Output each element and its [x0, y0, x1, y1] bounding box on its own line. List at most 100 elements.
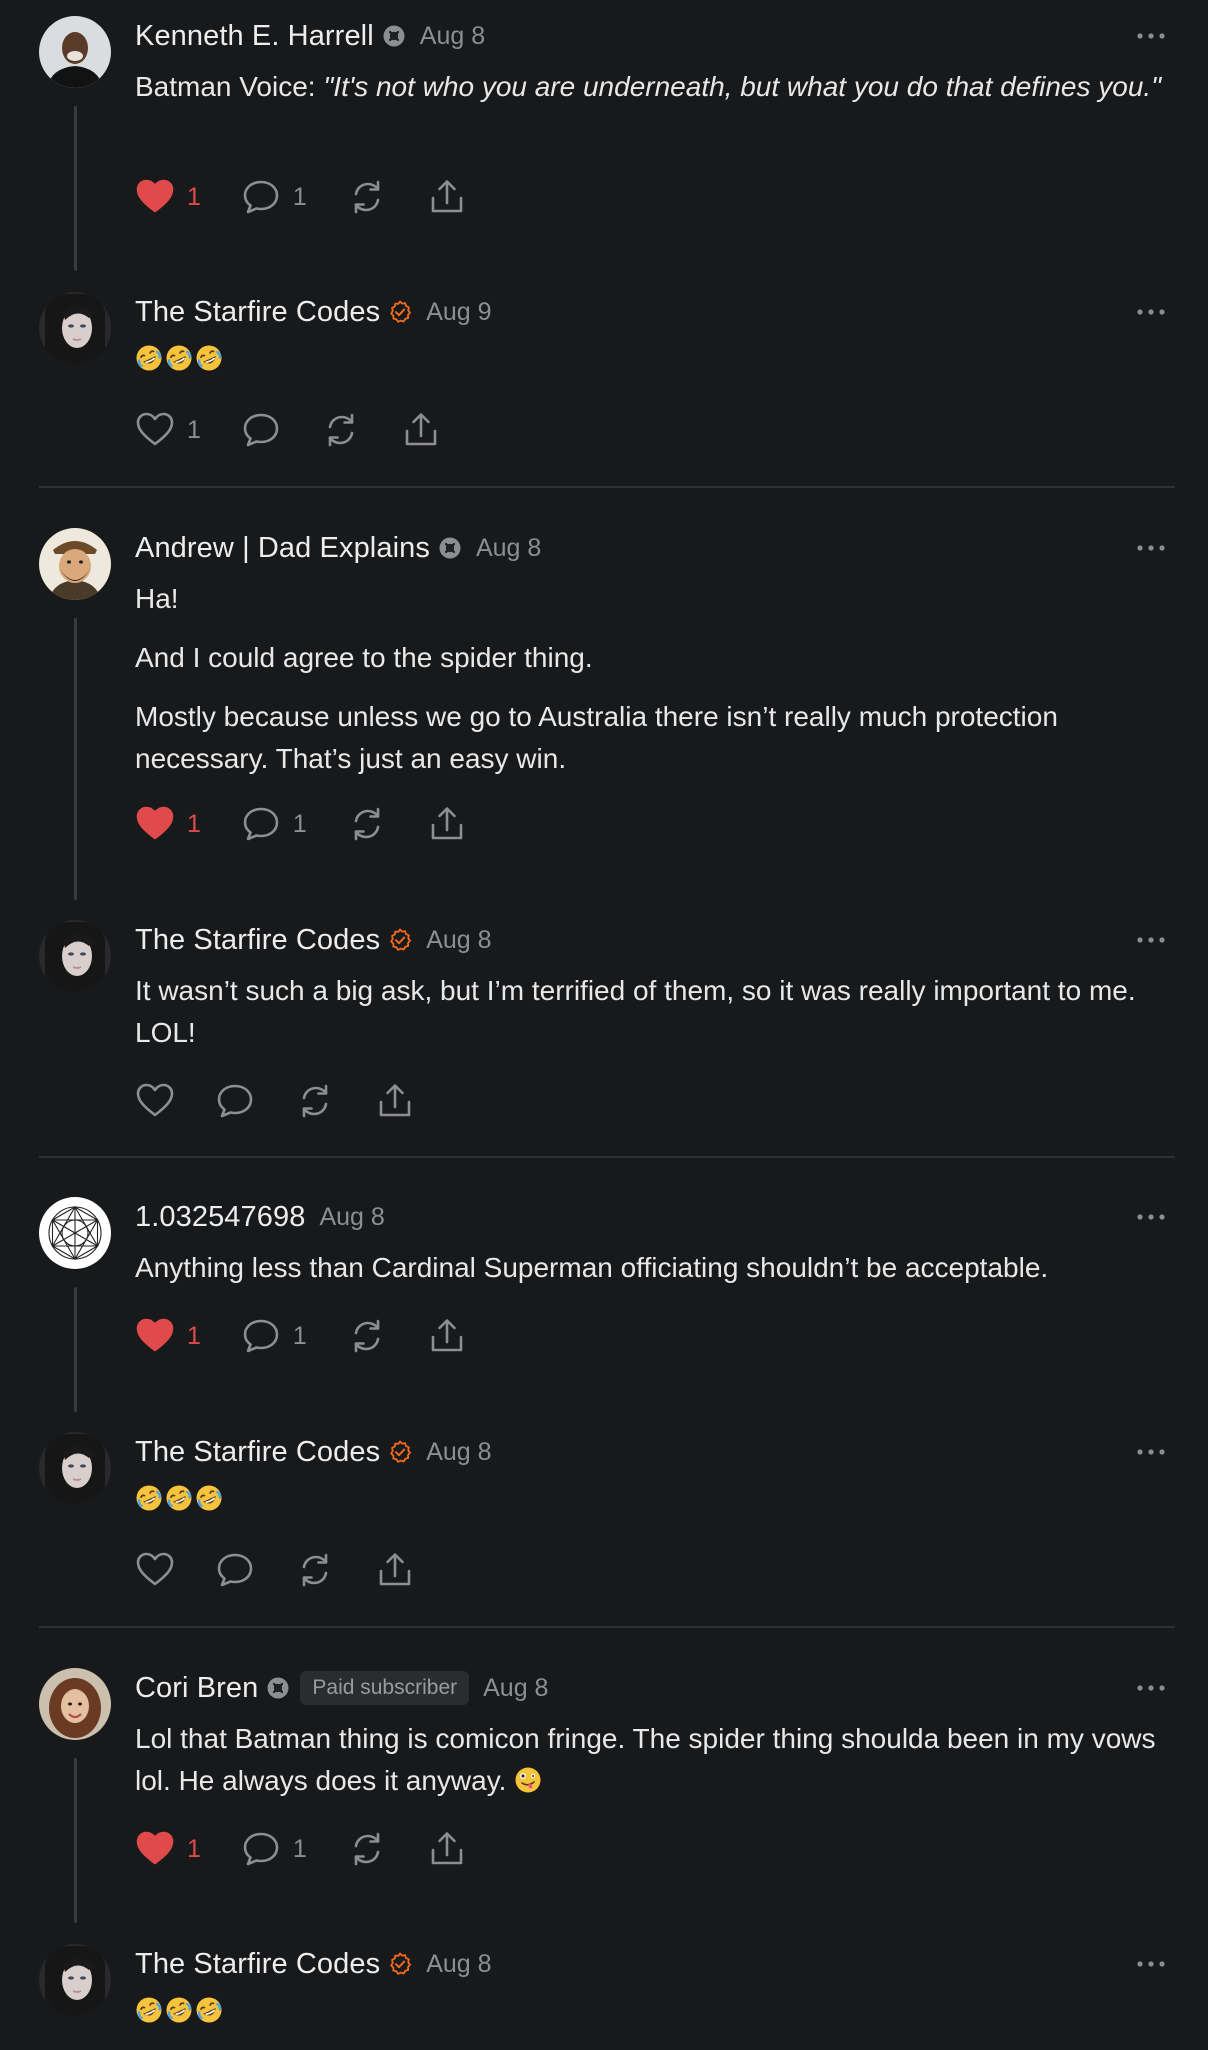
avatar[interactable]: [39, 16, 111, 88]
like-button[interactable]: 1: [135, 804, 201, 844]
more-options-icon[interactable]: [1134, 536, 1168, 560]
more-options-icon[interactable]: [1134, 1440, 1168, 1464]
comment-header: 1.032547698 Aug 8: [135, 1197, 385, 1237]
verified-icon: [388, 928, 412, 952]
comment-paragraph: Ha!: [135, 583, 179, 614]
like-button[interactable]: 1: [135, 1829, 201, 1869]
more-options-icon[interactable]: [1134, 1952, 1168, 1976]
reply-button[interactable]: 1: [241, 804, 307, 844]
comment-icon: [241, 1829, 281, 1869]
comment-header: The Starfire Codes Aug 8: [135, 1944, 492, 1984]
share-button[interactable]: [427, 1829, 467, 1869]
rofl-emoji-icon: [135, 1996, 163, 2024]
comment-paragraph: Mostly because unless we go to Australia…: [135, 701, 1058, 774]
avatar[interactable]: [39, 292, 111, 364]
comment-icon: [215, 1081, 255, 1121]
reply-button[interactable]: 1: [241, 1829, 307, 1869]
comment-paragraph: And I could agree to the spider thing.: [135, 642, 593, 673]
restack-button[interactable]: [347, 1829, 387, 1869]
more-options-icon[interactable]: [1134, 24, 1168, 48]
comment-date[interactable]: Aug 8: [420, 22, 485, 51]
share-button[interactable]: [427, 804, 467, 844]
restack-button[interactable]: [347, 1316, 387, 1356]
author-name[interactable]: The Starfire Codes: [135, 296, 380, 329]
rofl-emoji-icon: [195, 1996, 223, 2024]
heart-filled-icon: [135, 177, 175, 217]
comment-paragraph: Lol that Batman thing is comicon fringe.…: [135, 1723, 1156, 1796]
comment-icon: [241, 177, 281, 217]
comment-date[interactable]: Aug 8: [319, 1203, 384, 1232]
comment-date[interactable]: Aug 8: [426, 926, 491, 955]
restack-button[interactable]: [347, 804, 387, 844]
restack-button[interactable]: [295, 1081, 335, 1121]
comment-actions: 1 1: [135, 177, 507, 217]
heart-filled-icon: [135, 1829, 175, 1869]
comment-actions: 1 1: [135, 804, 507, 844]
avatar[interactable]: [39, 1944, 111, 2016]
author-name[interactable]: 1.032547698: [135, 1201, 305, 1234]
reply-button[interactable]: [215, 1550, 255, 1590]
author-name[interactable]: Kenneth E. Harrell: [135, 20, 374, 53]
share-button[interactable]: [375, 1081, 415, 1121]
comment-body: Anything less than Cardinal Superman off…: [135, 1247, 1175, 1289]
reply-button[interactable]: 1: [241, 177, 307, 217]
comment-date[interactable]: Aug 8: [426, 1438, 491, 1467]
more-options-icon[interactable]: [1134, 1205, 1168, 1229]
comment-actions: [135, 1550, 455, 1590]
comment-actions: [135, 1081, 455, 1121]
author-name[interactable]: The Starfire Codes: [135, 924, 380, 957]
avatar[interactable]: [39, 1197, 111, 1269]
avatar[interactable]: [39, 1668, 111, 1740]
restack-icon: [347, 1316, 387, 1356]
restack-button[interactable]: [347, 177, 387, 217]
like-button[interactable]: 1: [135, 1316, 201, 1356]
rofl-emoji-icon: [195, 344, 223, 372]
comment-body: Lol that Batman thing is comicon fringe.…: [135, 1718, 1175, 1802]
verified-icon: [388, 1952, 412, 1976]
author-name[interactable]: The Starfire Codes: [135, 1436, 380, 1469]
reply-button[interactable]: [241, 410, 281, 450]
comment-body: It wasn’t such a big ask, but I’m terrif…: [135, 970, 1175, 1054]
comment-date[interactable]: Aug 8: [483, 1674, 548, 1703]
author-name[interactable]: Cori Bren: [135, 1672, 258, 1705]
zany-face-emoji-icon: [514, 1766, 542, 1794]
author-name[interactable]: Andrew | Dad Explains: [135, 532, 430, 565]
like-count: 1: [187, 1834, 201, 1863]
restack-button[interactable]: [321, 410, 361, 450]
comment-header: Kenneth E. Harrell Aug 8: [135, 16, 485, 56]
like-button[interactable]: 1: [135, 410, 201, 450]
author-name[interactable]: The Starfire Codes: [135, 1948, 380, 1981]
more-options-icon[interactable]: [1134, 300, 1168, 324]
restack-icon: [295, 1081, 335, 1121]
share-button[interactable]: [401, 410, 441, 450]
comment-date[interactable]: Aug 9: [426, 298, 491, 327]
reply-button[interactable]: [215, 1081, 255, 1121]
comment-header: Cori Bren Paid subscriber Aug 8: [135, 1668, 548, 1708]
comment-icon: [241, 410, 281, 450]
comment-icon: [241, 1316, 281, 1356]
comment-date[interactable]: Aug 8: [476, 534, 541, 563]
comment-icon: [241, 804, 281, 844]
comment-actions: 1 1: [135, 1316, 507, 1356]
comment-date[interactable]: Aug 8: [426, 1950, 491, 1979]
share-button[interactable]: [427, 1316, 467, 1356]
rofl-emoji-icon: [165, 344, 193, 372]
comment-actions: 1: [135, 410, 481, 450]
like-button[interactable]: [135, 1081, 175, 1121]
thread-line: [74, 1758, 77, 1923]
avatar[interactable]: [39, 528, 111, 600]
subscriber-icon: [438, 536, 462, 560]
thread-line: [74, 106, 77, 271]
share-button[interactable]: [375, 1550, 415, 1590]
reply-button[interactable]: 1: [241, 1316, 307, 1356]
like-button[interactable]: [135, 1550, 175, 1590]
like-button[interactable]: 1: [135, 177, 201, 217]
more-options-icon[interactable]: [1134, 928, 1168, 952]
avatar[interactable]: [39, 920, 111, 992]
more-options-icon[interactable]: [1134, 1676, 1168, 1700]
avatar[interactable]: [39, 1432, 111, 1504]
comment-header: The Starfire Codes Aug 9: [135, 292, 492, 332]
comment-body: [135, 1996, 1175, 2024]
share-button[interactable]: [427, 177, 467, 217]
restack-button[interactable]: [295, 1550, 335, 1590]
